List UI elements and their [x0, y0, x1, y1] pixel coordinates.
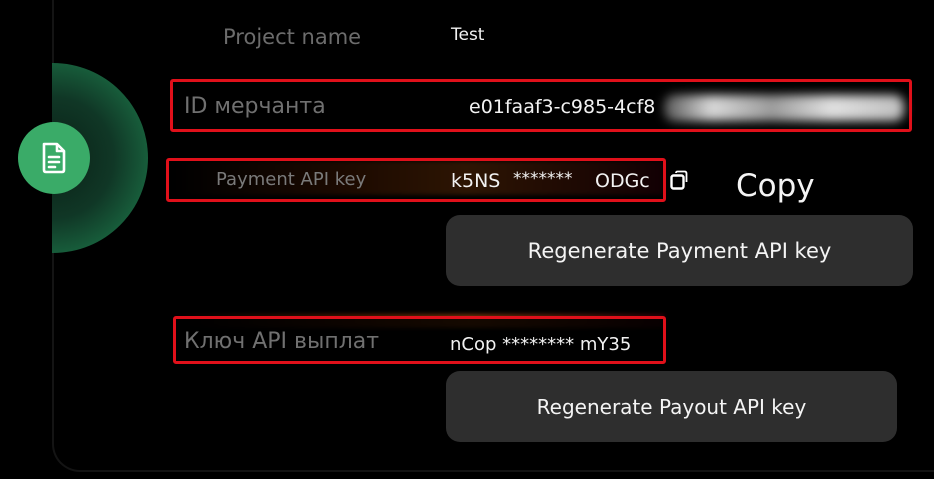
payment-key-end: ODGc [595, 170, 650, 192]
regenerate-payout-key-button[interactable]: Regenerate Payout API key [446, 371, 897, 442]
payment-key-start: k5NS [451, 170, 501, 192]
payout-key-label: Ключ API выплат [184, 329, 380, 354]
copy-button[interactable]: Copy [736, 168, 815, 204]
project-name-value: Test [451, 25, 485, 45]
payment-key-mask: ******* [513, 169, 573, 189]
payment-key-label: Payment API key [216, 169, 367, 190]
project-name-label: Project name [223, 25, 362, 49]
document-icon [42, 142, 66, 174]
payout-key-value: nCop ******** mY35 [450, 334, 632, 355]
document-button[interactable] [18, 122, 90, 194]
regenerate-payment-key-button[interactable]: Regenerate Payment API key [446, 215, 913, 286]
merchant-id-value[interactable]: e01faaf3-c985-4cf8 [469, 96, 655, 118]
merchant-id-label: ID мерчанта [184, 94, 326, 119]
project-settings-screen: Project name Test ID мерчанта e01faaf3-c… [0, 0, 934, 479]
copy-icon[interactable] [670, 170, 688, 190]
